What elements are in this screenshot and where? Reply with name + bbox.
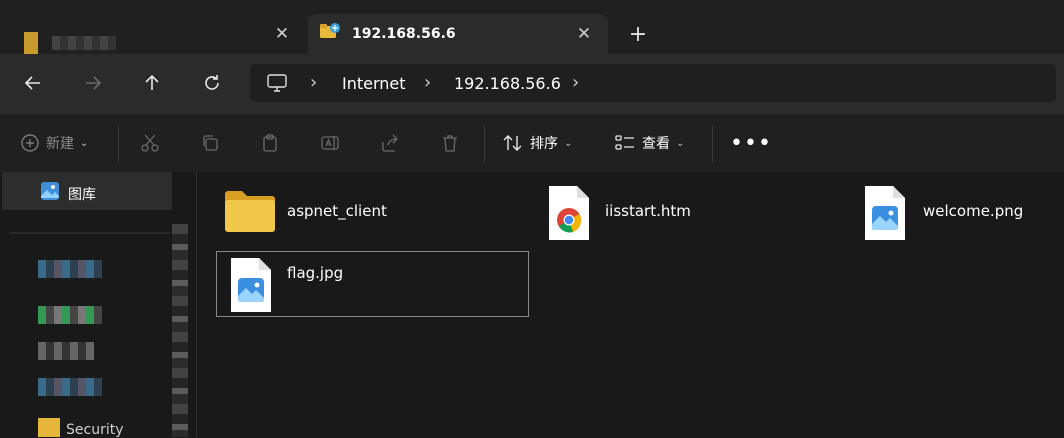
chevron-right-icon[interactable]: › xyxy=(572,72,579,93)
chrome-icon xyxy=(549,186,589,240)
divider xyxy=(10,232,170,234)
paste-button[interactable] xyxy=(260,130,280,156)
sidebar-item-label: 图库 xyxy=(68,187,96,203)
tab-blurred[interactable]: ✕ xyxy=(0,14,304,54)
breadcrumb-host[interactable]: 192.168.56.6 xyxy=(454,74,561,93)
scissors-icon xyxy=(141,134,159,152)
tab-title-blurred xyxy=(52,36,116,50)
chevron-down-icon: ⌄ xyxy=(80,137,89,149)
folder-icon xyxy=(38,418,60,437)
new-button[interactable]: 新建 ⌄ xyxy=(20,130,88,156)
more-options-icon[interactable]: ••• xyxy=(730,130,772,156)
close-tab-icon[interactable]: ✕ xyxy=(268,20,296,48)
rename-icon xyxy=(321,136,339,150)
new-label: 新建 xyxy=(46,136,74,152)
navigation-pane: 图库 Security xyxy=(0,172,197,438)
navigation-bar: › Internet › 192.168.56.6 › xyxy=(0,54,1064,114)
trash-icon xyxy=(443,135,457,152)
share-button[interactable] xyxy=(380,130,400,156)
arrow-up-icon xyxy=(145,74,159,90)
clipboard-icon xyxy=(263,134,277,152)
command-bar: 新建 ⌄ 排序 ⌄ 查看 ⌄ ••• xyxy=(0,114,1064,173)
tab-active[interactable]: 192.168.56.6 ✕ xyxy=(308,14,608,54)
sidebar-item-label[interactable]: Security xyxy=(66,422,124,438)
tab-title: 192.168.56.6 xyxy=(352,26,456,42)
file-item-flag[interactable]: flag.jpg xyxy=(216,251,529,317)
sidebar-item-blurred[interactable] xyxy=(38,342,94,360)
file-name: flag.jpg xyxy=(287,264,344,282)
cut-button[interactable] xyxy=(140,130,160,156)
refresh-button[interactable] xyxy=(195,66,229,100)
file-name: welcome.png xyxy=(923,202,1024,220)
up-button[interactable] xyxy=(135,66,169,100)
view-icon xyxy=(615,135,634,150)
sidebar-item-blurred[interactable] xyxy=(38,306,102,324)
new-tab-button[interactable]: + xyxy=(624,20,652,48)
image-file-icon xyxy=(865,186,905,240)
chevron-right-icon[interactable]: › xyxy=(310,72,317,93)
monitor-icon xyxy=(267,74,287,92)
chevron-down-icon: ⌄ xyxy=(676,137,685,149)
image-file-icon xyxy=(231,258,271,312)
sidebar-item-gallery[interactable]: 图库 xyxy=(2,172,172,210)
file-item-iisstart[interactable]: iisstart.htm xyxy=(539,182,851,248)
file-item-welcome[interactable]: welcome.png xyxy=(859,182,1064,248)
file-list: aspnet_client iisstart.htm welcome.png f… xyxy=(197,172,1064,437)
sort-label: 排序 xyxy=(530,136,558,152)
sidebar-item-blurred[interactable] xyxy=(38,378,102,396)
file-name: iisstart.htm xyxy=(605,202,691,220)
sidebar-scrollbar[interactable] xyxy=(172,224,188,437)
delete-button[interactable] xyxy=(440,130,460,156)
copy-icon xyxy=(203,135,218,151)
tab-strip: ✕ 192.168.56.6 ✕ + xyxy=(0,0,1064,54)
file-name: aspnet_client xyxy=(287,202,387,220)
rename-button[interactable] xyxy=(320,130,340,156)
divider xyxy=(118,126,119,162)
view-button[interactable]: 查看 ⌄ xyxy=(614,130,684,156)
view-label: 查看 xyxy=(642,136,670,152)
file-item-aspnet-client[interactable]: aspnet_client xyxy=(217,182,529,248)
divider xyxy=(484,126,485,162)
divider xyxy=(712,126,713,162)
network-folder-icon xyxy=(320,23,340,38)
back-button[interactable] xyxy=(16,66,50,100)
refresh-icon xyxy=(205,75,219,90)
gallery-icon xyxy=(41,182,59,200)
share-icon xyxy=(382,134,398,152)
copy-button[interactable] xyxy=(200,130,220,156)
plus-circle-icon xyxy=(21,134,39,152)
sidebar-item-blurred[interactable] xyxy=(38,260,102,278)
arrow-right-icon xyxy=(86,76,102,90)
close-tab-icon[interactable]: ✕ xyxy=(570,20,598,48)
app-icon xyxy=(24,32,38,54)
folder-icon xyxy=(225,191,275,232)
breadcrumb-internet[interactable]: Internet xyxy=(342,74,406,93)
chevron-right-icon[interactable]: › xyxy=(424,72,431,93)
sort-icon xyxy=(503,135,522,151)
forward-button[interactable] xyxy=(76,66,110,100)
chevron-down-icon: ⌄ xyxy=(564,137,573,149)
arrow-left-icon xyxy=(24,76,40,90)
address-bar[interactable]: › Internet › 192.168.56.6 › xyxy=(250,64,1056,102)
sort-button[interactable]: 排序 ⌄ xyxy=(502,130,572,156)
